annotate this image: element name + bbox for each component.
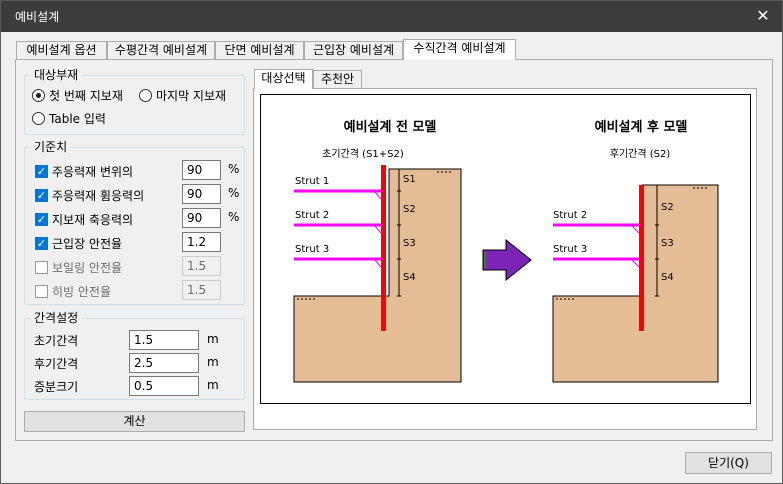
spacing-label: S4 <box>661 272 674 283</box>
window-title: 예비설계 <box>15 10 60 24</box>
meter-unit: m <box>207 378 219 392</box>
strut-label: Strut 1 <box>295 176 329 187</box>
subtab-label: 추천안 <box>320 72 355 86</box>
radio-selected-icon <box>32 89 45 102</box>
tab-label: 단면 예비설계 <box>224 43 295 57</box>
initial-spacing-input[interactable]: 1.5 <box>129 330 199 350</box>
strut-label: Strut 3 <box>553 244 587 255</box>
checkbox-checked-icon: ✓ <box>35 189 48 202</box>
embedment-safety-input[interactable]: 1.2 <box>182 232 221 252</box>
boiling-safety-input: 1.5 <box>182 256 221 276</box>
checkbox-checked-icon: ✓ <box>35 165 48 178</box>
initial-spacing-label: 초기간격 <box>34 334 79 348</box>
model-diagram: 예비설계 전 모델 예비설계 후 모델 초기간격 (S1+S2) 후기간격 (S… <box>260 94 751 404</box>
vertical-spacing-panel: 대상부재 첫 번째 지보재 마지막 지보재 Table 입력 기준치 ✓ 주응력… <box>15 59 773 441</box>
check-wall-displacement[interactable]: ✓ 주응력재 변위의 <box>35 163 133 180</box>
retaining-wall-after <box>639 185 644 331</box>
increment-input[interactable]: 0.5 <box>129 376 199 396</box>
meter-unit: m <box>207 332 219 346</box>
tab-label: 근입장 예비설계 <box>312 43 395 57</box>
check-label: 지보재 축응력의 <box>52 213 134 227</box>
strut-label: Strut 2 <box>553 210 587 221</box>
after-model-title: 예비설계 후 모델 <box>595 119 688 135</box>
percent-unit: % <box>228 162 240 176</box>
check-embedment-safety[interactable]: ✓ 근입장 안전율 <box>35 235 122 252</box>
check-wall-bending-stress[interactable]: ✓ 주응력재 휨응력의 <box>35 187 144 204</box>
check-support-axial-stress[interactable]: ✓ 지보재 축응력의 <box>35 211 133 228</box>
tab-design-options[interactable]: 예비설계 옵션 <box>16 41 107 59</box>
tab-vertical-spacing[interactable]: 수직간격 예비설계 <box>403 39 516 60</box>
radio-label: Table 입력 <box>49 112 106 126</box>
checkbox-checked-icon: ✓ <box>35 213 48 226</box>
check-label: 근입장 안전율 <box>52 237 123 251</box>
after-spacing-caption: 후기간격 (S2) <box>610 147 671 160</box>
retaining-wall-before <box>381 165 386 331</box>
radio-label: 첫 번째 지보재 <box>49 89 123 103</box>
criteria-group: 기준치 ✓ 주응력재 변위의 90 % ✓ 주응력재 휨응력의 90 % ✓ 지… <box>24 139 245 305</box>
target-member-group: 대상부재 첫 번째 지보재 마지막 지보재 Table 입력 <box>24 67 245 135</box>
wall-bending-input[interactable]: 90 <box>182 184 221 204</box>
transform-arrow-icon <box>482 238 532 282</box>
check-heaving-safety[interactable]: 히빙 안전율 <box>35 283 111 300</box>
radio-empty-icon <box>139 89 152 102</box>
heaving-safety-input: 1.5 <box>182 280 221 300</box>
before-spacing-caption: 초기간격 (S1+S2) <box>322 147 404 160</box>
strut-label: Strut 2 <box>295 210 329 221</box>
increment-label: 증분크기 <box>34 380 79 394</box>
group-legend: 기준치 <box>31 139 71 155</box>
radio-first-support[interactable]: 첫 번째 지보재 <box>32 87 123 104</box>
tab-section[interactable]: 단면 예비설계 <box>215 41 304 59</box>
check-label: 주응력재 변위의 <box>52 165 134 179</box>
before-model-title: 예비설계 전 모델 <box>344 119 437 135</box>
close-icon[interactable]: ✕ <box>750 4 776 28</box>
spacing-settings-group: 간격설정 초기간격 1.5 m 후기간격 2.5 m 증분크기 0.5 m <box>24 310 245 400</box>
soil-before <box>293 168 462 383</box>
spacing-label: S3 <box>403 238 416 249</box>
check-label: 히빙 안전율 <box>52 285 112 299</box>
spacing-label: S2 <box>661 202 674 213</box>
close-button[interactable]: 닫기(Q) <box>685 452 772 474</box>
wall-displacement-input[interactable]: 90 <box>182 160 221 180</box>
radio-table-input[interactable]: Table 입력 <box>32 110 106 127</box>
subtab-label: 대상선택 <box>261 71 306 85</box>
check-label: 주응력재 휨응력의 <box>52 189 145 203</box>
strut-label: Strut 3 <box>295 244 329 255</box>
title-bar: 예비설계 ✕ <box>1 1 782 32</box>
model-diagram-svg: 예비설계 전 모델 예비설계 후 모델 초기간격 (S1+S2) 후기간격 (S… <box>293 119 719 383</box>
target-select-panel: 예비설계 전 모델 예비설계 후 모델 초기간격 (S1+S2) 후기간격 (S… <box>253 88 757 430</box>
tab-label: 예비설계 옵션 <box>26 43 97 57</box>
strut-bracket <box>630 224 640 268</box>
tab-label: 수평간격 예비설계 <box>114 43 208 57</box>
check-label: 보일링 안전율 <box>52 261 123 275</box>
subtab-recommendation[interactable]: 추천안 <box>313 70 362 88</box>
radio-empty-icon <box>32 112 45 125</box>
spacing-label: S3 <box>661 238 674 249</box>
meter-unit: m <box>207 355 219 369</box>
checkbox-empty-icon <box>35 285 48 298</box>
dialog-window: 예비설계 ✕ 예비설계 옵션 수평간격 예비설계 단면 예비설계 근입장 예비설… <box>0 0 783 484</box>
strut-bracket <box>373 190 382 268</box>
calculate-button[interactable]: 계산 <box>24 411 245 432</box>
tab-label: 수직간격 예비설계 <box>413 41 506 55</box>
spacing-label: S2 <box>403 204 416 215</box>
tab-horizontal-spacing[interactable]: 수평간격 예비설계 <box>107 41 215 59</box>
later-spacing-label: 후기간격 <box>34 357 79 371</box>
radio-label: 마지막 지보재 <box>156 89 227 103</box>
support-axial-input[interactable]: 90 <box>182 208 221 228</box>
checkbox-checked-icon: ✓ <box>35 237 48 250</box>
percent-unit: % <box>228 186 240 200</box>
group-legend: 간격설정 <box>31 310 82 326</box>
spacing-label: S1 <box>403 174 416 185</box>
group-legend: 대상부재 <box>31 67 82 83</box>
subtab-target-select[interactable]: 대상선택 <box>254 69 313 89</box>
checkbox-empty-icon <box>35 261 48 274</box>
later-spacing-input[interactable]: 2.5 <box>129 353 199 373</box>
radio-last-support[interactable]: 마지막 지보재 <box>139 87 226 104</box>
spacing-label: S4 <box>403 272 416 283</box>
tab-embedment[interactable]: 근입장 예비설계 <box>304 41 403 59</box>
percent-unit: % <box>228 210 240 224</box>
check-boiling-safety[interactable]: 보일링 안전율 <box>35 259 122 276</box>
